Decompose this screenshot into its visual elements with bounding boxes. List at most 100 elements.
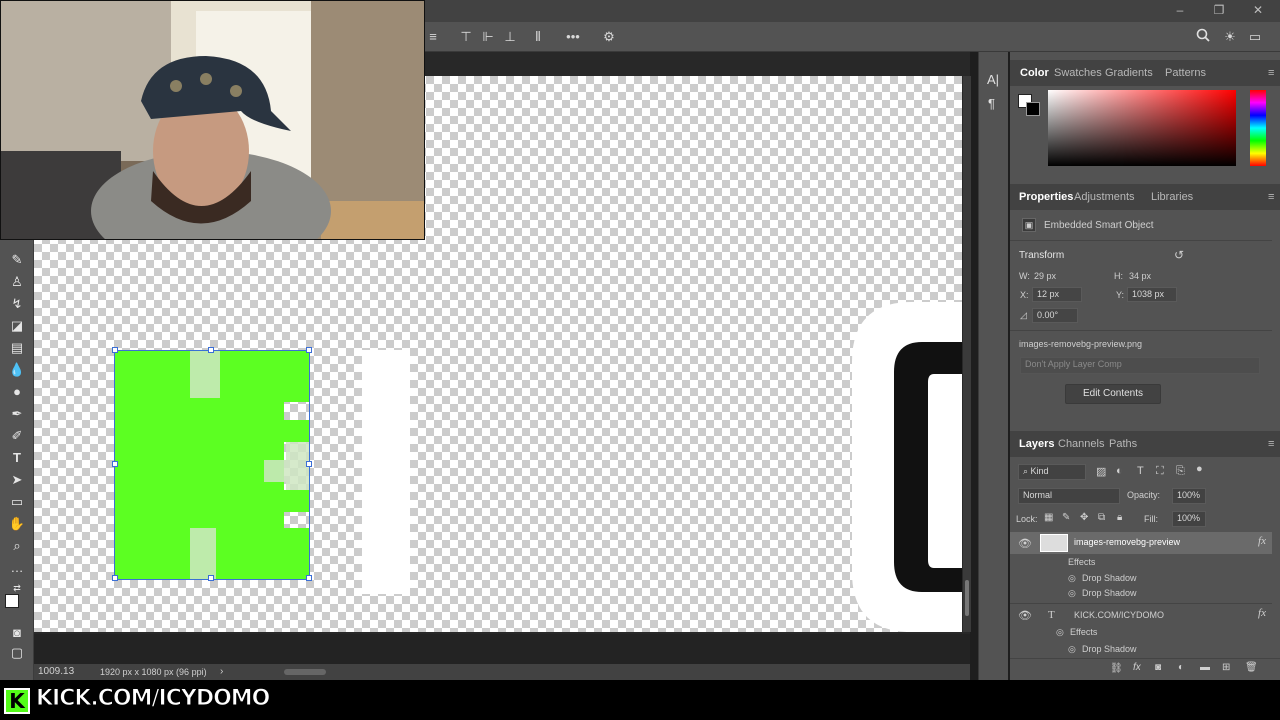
layer-row[interactable]: 👁︎ T KICK.COM/ICYDOMO fx [1010,603,1272,625]
lock-transparent-icon[interactable]: ▦ [1044,512,1053,523]
minimize-icon[interactable]: – [1170,2,1190,18]
add-style-icon[interactable]: fx [1133,662,1141,673]
tab-libraries[interactable]: Libraries [1151,191,1193,203]
tab-paths[interactable]: Paths [1109,438,1137,450]
fx-icon[interactable]: fx [1258,535,1266,547]
effect-drop-shadow[interactable]: Drop Shadow [1082,644,1137,654]
visibility-eye-icon[interactable]: 👁︎ [1018,537,1032,550]
fx-icon[interactable]: fx [1258,607,1266,619]
tab-channels[interactable]: Channels [1058,438,1104,450]
effect-eye-icon[interactable]: ◎ [1068,588,1076,599]
paragraph-panel-icon[interactable]: ¶ [988,96,995,111]
x-field[interactable]: 12 px [1032,287,1082,302]
w-value[interactable]: 29 px [1034,271,1056,281]
rectangle-tool-icon[interactable]: ▭ [8,493,26,511]
vertical-scrollbar[interactable] [963,76,971,632]
tab-layers[interactable]: Layers [1019,438,1054,450]
background-swatch[interactable] [1026,102,1040,116]
angle-field[interactable]: 0.00° [1032,308,1078,323]
restore-icon[interactable]: ❐ [1209,2,1229,18]
transform-handle[interactable] [306,347,312,353]
path-select-icon[interactable]: ➤ [8,471,26,489]
layer-name[interactable]: KICK.COM/ICYDOMO [1074,610,1164,620]
close-icon[interactable]: ✕ [1248,2,1268,18]
filter-toggle-icon[interactable]: ● [1196,463,1203,475]
hue-slider[interactable] [1250,90,1266,166]
transform-handle[interactable] [208,347,214,353]
h-value[interactable]: 34 px [1129,271,1151,281]
add-mask-icon[interactable]: ◙ [1155,662,1161,673]
panel-menu-icon[interactable]: ≡ [1268,438,1274,450]
filter-pixel-icon[interactable]: ▨ [1096,465,1106,478]
new-adjustment-icon[interactable]: ◐ [1178,662,1184,673]
filter-adjustment-icon[interactable]: ◐ [1116,465,1123,477]
transform-handle[interactable] [306,575,312,581]
kick-logo-layer[interactable] [114,350,310,580]
more-icon[interactable]: ••• [564,28,582,46]
fill-field[interactable]: 100% [1172,511,1206,527]
foreground-color-swatch[interactable] [5,594,19,608]
tab-adjustments[interactable]: Adjustments [1074,191,1135,203]
align-left-icon[interactable]: ≡ [424,28,442,46]
gradient-tool-icon[interactable]: ▤ [8,339,26,357]
tab-patterns[interactable]: Patterns [1165,67,1206,79]
character-panel-icon[interactable]: A| [987,72,999,87]
type-tool-icon[interactable]: T [8,449,26,467]
gear-icon[interactable]: ⚙ [600,28,618,46]
tab-color[interactable]: Color [1020,67,1049,79]
panel-menu-icon[interactable]: ≡ [1268,191,1274,203]
history-brush-icon[interactable]: ↯ [8,295,26,313]
more-tools-icon[interactable]: … [8,559,26,577]
filter-shape-icon[interactable]: ⛶ [1156,465,1164,478]
filter-kind-select[interactable]: ⌕ Kind [1018,464,1086,480]
filter-smart-object-icon[interactable]: ⎘ [1176,465,1185,478]
transform-handle[interactable] [306,461,312,467]
layer-comp-select[interactable]: Don't Apply Layer Comp [1020,357,1260,374]
effect-eye-icon[interactable]: ◎ [1068,573,1076,584]
lock-position-icon[interactable]: ✥ [1080,512,1088,523]
tab-properties[interactable]: Properties [1019,191,1073,203]
effect-eye-icon[interactable]: ◎ [1056,627,1064,638]
effect-drop-shadow[interactable]: Drop Shadow [1082,573,1137,583]
zoom-level[interactable]: 1009.13 [38,666,74,677]
screen-mode-icon[interactable]: ▢ [8,644,26,662]
blend-mode-select[interactable]: Normal [1018,488,1120,504]
horizontal-scroll-thumb[interactable] [284,669,326,675]
hand-tool-icon[interactable]: ✋ [8,515,26,533]
bulb-icon[interactable]: ☀ [1221,28,1239,46]
transform-handle[interactable] [112,575,118,581]
link-layers-icon[interactable]: ⛓ [1110,663,1123,674]
transform-handle[interactable] [112,347,118,353]
blur-tool-icon[interactable]: 💧 [8,361,26,379]
tab-swatches[interactable]: Swatches [1054,67,1102,79]
reset-transform-icon[interactable]: ↺ [1174,248,1184,262]
vertical-scroll-thumb[interactable] [965,580,969,616]
opacity-field[interactable]: 100% [1172,488,1206,504]
tab-gradients[interactable]: Gradients [1105,67,1153,79]
visibility-eye-icon[interactable]: 👁︎ [1018,609,1032,622]
filter-type-icon[interactable]: T [1137,465,1144,477]
pen-alt-icon[interactable]: ✐ [8,427,26,445]
search-icon[interactable] [1194,28,1212,46]
layer-row[interactable]: 👁︎ images-removebg-preview fx [1010,532,1272,554]
distribute-icon[interactable]: ⫴ [529,28,547,46]
dodge-tool-icon[interactable]: ● [8,383,26,401]
workspace-icon[interactable]: ▭ [1246,28,1264,46]
align-top-icon[interactable]: ⊤ [457,28,475,46]
layer-name[interactable]: images-removebg-preview [1074,537,1180,547]
status-arrow-icon[interactable]: › [220,666,223,677]
align-vcenter-icon[interactable]: ⊩ [479,28,497,46]
stamp-tool-icon[interactable]: ♙ [8,273,26,291]
zoom-tool-icon[interactable]: ⌕ [8,537,26,555]
lock-artboard-icon[interactable]: ⧉ [1098,512,1105,523]
panel-menu-icon[interactable]: ≡ [1268,67,1274,79]
transform-handle[interactable] [112,461,118,467]
y-field[interactable]: 1038 px [1127,287,1177,302]
transform-handle[interactable] [208,575,214,581]
quick-mask-icon[interactable]: ◙ [8,624,26,642]
eraser-tool-icon[interactable]: ◪ [8,317,26,335]
edit-contents-button[interactable]: Edit Contents [1065,384,1161,404]
lock-all-icon[interactable]: 🔒︎ [1117,512,1122,523]
new-layer-icon[interactable]: ⊞ [1222,662,1230,673]
delete-layer-icon[interactable]: 🗑︎ [1245,662,1258,673]
